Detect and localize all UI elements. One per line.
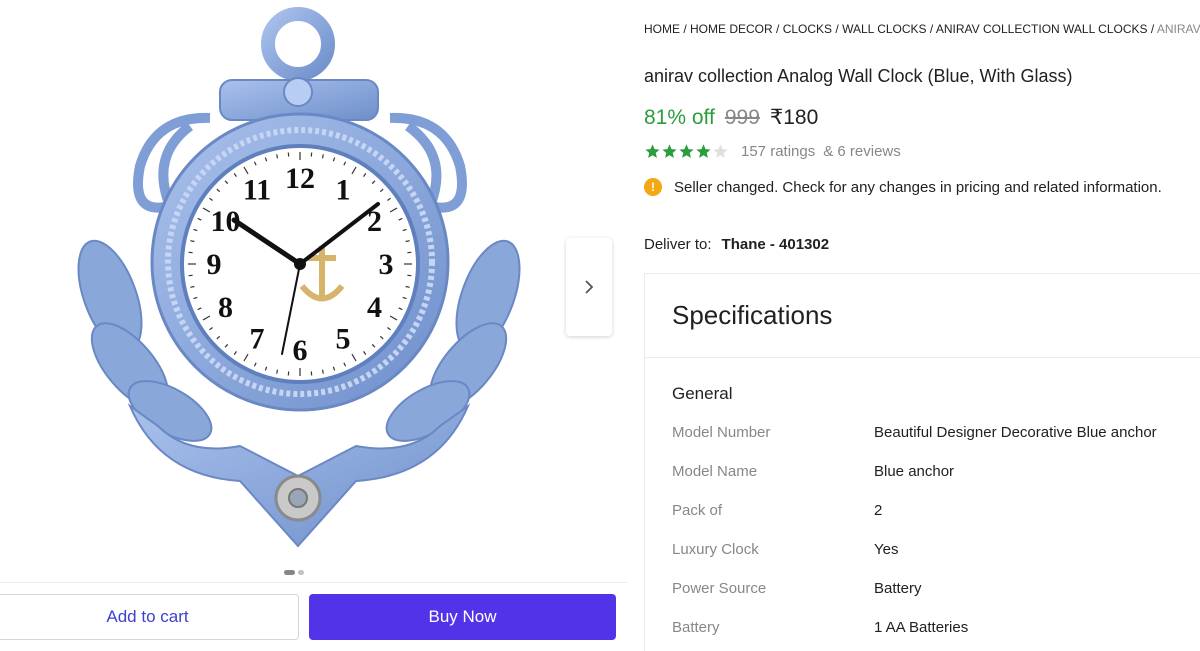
spec-key: Model Number: [672, 424, 771, 441]
spec-value: Blue anchor: [874, 463, 955, 480]
delivery-pincode: Thane - 401302: [721, 236, 830, 253]
clock-tick: [276, 154, 279, 159]
clock-numeral: 3: [379, 248, 394, 281]
add-to-cart-button[interactable]: Add to cart: [0, 594, 299, 640]
star-empty-icon: [713, 144, 728, 158]
spec-key: Pack of: [672, 502, 723, 519]
spec-value: Yes: [874, 541, 899, 558]
clock-numeral: 12: [285, 162, 315, 195]
delivery-location[interactable]: Deliver to: Thane - 401302: [644, 236, 829, 253]
clock-numeral: 6: [293, 334, 308, 367]
spec-value: Battery: [874, 580, 922, 597]
spec-key: Battery: [672, 619, 720, 636]
clock-numeral: 11: [243, 174, 271, 207]
star-filled-icon: [645, 144, 660, 158]
product-details: HOME / HOME DECOR / CLOCKS / WALL CLOCKS…: [644, 0, 1200, 651]
pagination-dot[interactable]: [298, 570, 304, 575]
breadcrumb-item-brand-wall-clocks[interactable]: ANIRAV COLLECTION WALL CLOCKS: [936, 22, 1148, 36]
spec-key: Power Source: [672, 580, 767, 597]
deliver-to-label: Deliver to:: [644, 236, 712, 253]
notice-text: Seller changed. Check for any changes in…: [674, 178, 1162, 196]
clock-numeral: 5: [336, 323, 351, 356]
clock-tick: [276, 369, 279, 374]
breadcrumb: HOME / HOME DECOR / CLOCKS / WALL CLOCKS…: [644, 22, 1200, 36]
spec-value: 2: [874, 502, 883, 519]
image-pagination: [284, 570, 304, 575]
clock-tick: [190, 285, 195, 288]
star-rating: [644, 143, 729, 160]
purchase-action-bar: Add to cart Buy Now: [0, 582, 628, 651]
buy-now-button[interactable]: Buy Now: [309, 594, 616, 640]
original-price: 999: [724, 106, 760, 129]
price-row: 81% off 999 ₹180: [644, 105, 818, 130]
product-image[interactable]: 12 1234567891011: [60, 6, 540, 562]
seller-change-notice: ! Seller changed. Check for any changes …: [644, 178, 1162, 196]
breadcrumb-item-home[interactable]: HOME: [644, 22, 680, 36]
reviews-count: & 6 reviews: [823, 143, 901, 160]
clock-numeral: 1: [336, 174, 351, 207]
discount-percent: 81% off: [644, 106, 715, 129]
spec-value: 1 AA Batteries: [874, 619, 969, 636]
specifications-header: Specifications: [645, 274, 1200, 358]
rating-row[interactable]: 157 ratings & 6 reviews: [644, 143, 901, 160]
ratings-count: 157 ratings: [741, 143, 816, 160]
specifications-title: Specifications: [672, 300, 833, 330]
clock-tick: [321, 369, 324, 374]
breadcrumb-item-wall-clocks[interactable]: WALL CLOCKS: [842, 22, 926, 36]
clock-tick: [321, 154, 324, 159]
clock-tick: [405, 240, 410, 243]
product-gallery: 12 1 2 3 4 5 6 7 8 9 10 11 Add to cart Buy Now: [0, 0, 628, 651]
clock-numeral: 7: [250, 323, 265, 356]
breadcrumb-item-clocks[interactable]: CLOCKS: [783, 22, 832, 36]
spec-group-title: General: [672, 384, 733, 403]
clock-numeral: 4: [367, 291, 382, 324]
clock-tick: [190, 240, 195, 243]
specifications-section: Specifications General Model Number Beau…: [644, 273, 1200, 651]
chevron-right-icon: [585, 280, 594, 294]
clock-numeral: 9: [207, 248, 222, 281]
star-filled-icon: [696, 144, 711, 158]
product-title: anirav collection Analog Wall Clock (Blu…: [644, 66, 1073, 86]
pagination-dot-active[interactable]: [284, 570, 295, 575]
star-filled-icon: [662, 144, 677, 158]
spec-value: Beautiful Designer Decorative Blue ancho…: [874, 424, 1157, 441]
star-filled-icon: [679, 144, 694, 158]
breadcrumb-current: ANIRAV COL: [1156, 22, 1200, 36]
spec-key: Luxury Clock: [672, 541, 759, 558]
breadcrumb-item-home-decor[interactable]: HOME DECOR: [690, 22, 773, 36]
next-image-button[interactable]: [566, 238, 612, 336]
info-icon: !: [644, 178, 662, 196]
spec-key: Model Name: [672, 463, 758, 480]
clock-numeral: 8: [218, 291, 233, 324]
clock-tick: [405, 285, 410, 288]
selling-price: ₹180: [769, 106, 819, 129]
